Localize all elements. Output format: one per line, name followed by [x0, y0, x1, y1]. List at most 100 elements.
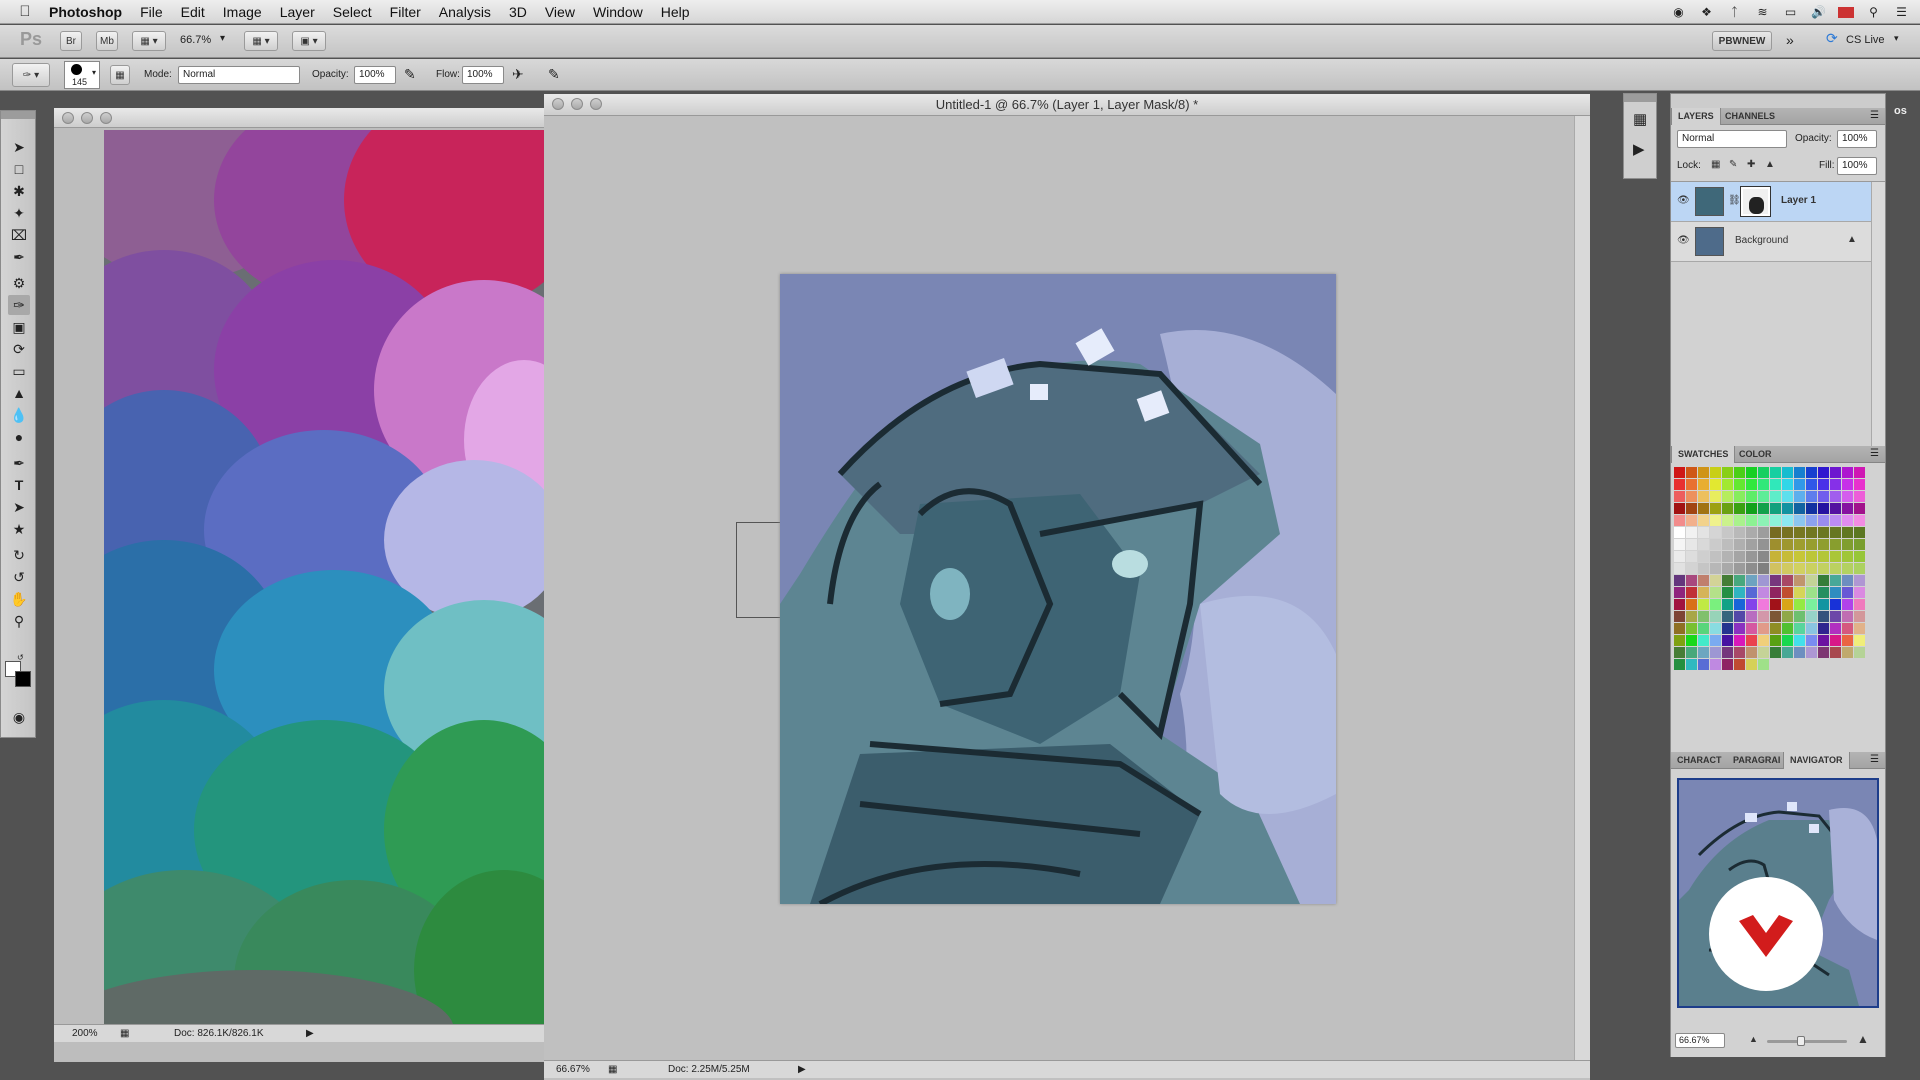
- layer-blend-mode-select[interactable]: Normal: [1677, 130, 1787, 148]
- color-swatch[interactable]: [1710, 647, 1721, 658]
- color-swatch[interactable]: [1770, 587, 1781, 598]
- flow-field[interactable]: 100%: [462, 66, 504, 84]
- color-swatch[interactable]: [1782, 479, 1793, 490]
- color-swatch[interactable]: [1842, 611, 1853, 622]
- color-swatch[interactable]: [1794, 539, 1805, 550]
- color-swatch[interactable]: [1686, 587, 1697, 598]
- color-swatch[interactable]: [1722, 659, 1733, 670]
- type-tool-icon[interactable]: T: [8, 475, 30, 495]
- color-swatch[interactable]: [1734, 635, 1745, 646]
- color-swatch[interactable]: [1854, 551, 1865, 562]
- color-swatch[interactable]: [1698, 467, 1709, 478]
- color-swatch[interactable]: [1830, 647, 1841, 658]
- color-swatch[interactable]: [1746, 599, 1757, 610]
- color-swatch[interactable]: [1758, 527, 1769, 538]
- gradient-tool-icon[interactable]: ▲: [8, 383, 30, 403]
- tab-character[interactable]: CHARACT: [1671, 752, 1728, 769]
- color-swatch[interactable]: [1830, 551, 1841, 562]
- mode-select[interactable]: Normal: [178, 66, 300, 84]
- lock-transparent-icon[interactable]: ▦: [1711, 159, 1720, 170]
- navigator-panel-menu-icon[interactable]: ☰: [1870, 754, 1879, 765]
- color-swatch[interactable]: [1842, 515, 1853, 526]
- color-swatch[interactable]: [1758, 515, 1769, 526]
- color-swatch[interactable]: [1770, 635, 1781, 646]
- color-swatch[interactable]: [1818, 491, 1829, 502]
- color-swatch[interactable]: [1722, 623, 1733, 634]
- color-swatch[interactable]: [1842, 575, 1853, 586]
- color-swatch[interactable]: [1722, 539, 1733, 550]
- notification-center-icon[interactable]: ☰: [1893, 5, 1910, 20]
- color-swatch[interactable]: [1758, 647, 1769, 658]
- color-swatch[interactable]: [1782, 575, 1793, 586]
- color-swatch[interactable]: [1674, 467, 1685, 478]
- workspace-button[interactable]: PBWNEW: [1712, 31, 1772, 51]
- color-swatch[interactable]: [1842, 635, 1853, 646]
- mini-bridge-button[interactable]: Mb: [96, 31, 118, 51]
- marquee-tool-icon[interactable]: □: [8, 159, 30, 179]
- left-status-icon[interactable]: ▦: [120, 1028, 129, 1039]
- main-status-icon[interactable]: ▦: [608, 1064, 617, 1075]
- color-swatch[interactable]: [1818, 647, 1829, 658]
- zoom-tool-icon[interactable]: ⚲: [8, 611, 30, 631]
- color-swatch[interactable]: [1830, 527, 1841, 538]
- color-swatch[interactable]: [1818, 515, 1829, 526]
- layers-scrollbar[interactable]: [1871, 182, 1885, 482]
- color-swatch[interactable]: [1746, 479, 1757, 490]
- color-swatch[interactable]: [1818, 539, 1829, 550]
- color-swatch[interactable]: [1854, 599, 1865, 610]
- color-swatch[interactable]: [1734, 491, 1745, 502]
- color-swatch[interactable]: [1854, 539, 1865, 550]
- tab-channels[interactable]: CHANNELS: [1719, 108, 1781, 125]
- color-swatch[interactable]: [1710, 587, 1721, 598]
- color-swatch[interactable]: [1842, 551, 1853, 562]
- color-swatch[interactable]: [1746, 563, 1757, 574]
- magic-wand-tool-icon[interactable]: ✦: [8, 203, 30, 223]
- brush-picker[interactable]: 145 ▾: [64, 61, 100, 89]
- tab-layers[interactable]: LAYERS: [1671, 108, 1721, 125]
- layers-panel-menu-icon[interactable]: ☰: [1870, 110, 1879, 121]
- swap-colors-icon[interactable]: ↺: [17, 653, 24, 662]
- color-swatch[interactable]: [1794, 587, 1805, 598]
- color-swatch[interactable]: [1674, 563, 1685, 574]
- flag-icon[interactable]: [1838, 6, 1854, 18]
- color-swatch[interactable]: [1818, 587, 1829, 598]
- color-swatch[interactable]: [1782, 551, 1793, 562]
- color-swatch[interactable]: [1746, 623, 1757, 634]
- color-swatch[interactable]: [1854, 527, 1865, 538]
- color-swatch[interactable]: [1674, 479, 1685, 490]
- cslive-dropdown-icon[interactable]: ▾: [1894, 33, 1899, 44]
- color-swatch[interactable]: [1674, 491, 1685, 502]
- color-swatch[interactable]: [1746, 491, 1757, 502]
- color-swatch[interactable]: [1722, 563, 1733, 574]
- color-swatch[interactable]: [1746, 503, 1757, 514]
- actions-panel-icon[interactable]: ▶: [1633, 140, 1645, 158]
- color-swatch[interactable]: [1698, 563, 1709, 574]
- color-swatch[interactable]: [1794, 503, 1805, 514]
- color-swatch[interactable]: [1806, 515, 1817, 526]
- airbrush-icon[interactable]: ✈: [512, 66, 524, 83]
- menu-window[interactable]: Window: [584, 0, 652, 24]
- color-swatch[interactable]: [1842, 479, 1853, 490]
- color-swatch[interactable]: [1674, 659, 1685, 670]
- color-swatch[interactable]: [1710, 539, 1721, 550]
- color-swatch[interactable]: [1818, 551, 1829, 562]
- color-swatch[interactable]: [1710, 623, 1721, 634]
- color-swatch[interactable]: [1686, 659, 1697, 670]
- cslive-menu[interactable]: CS Live: [1846, 34, 1885, 46]
- color-swatch[interactable]: [1674, 515, 1685, 526]
- color-swatch[interactable]: [1806, 527, 1817, 538]
- color-swatch[interactable]: [1854, 635, 1865, 646]
- color-swatch[interactable]: [1806, 611, 1817, 622]
- color-swatch[interactable]: [1830, 479, 1841, 490]
- pressure-opacity-icon[interactable]: ✎: [404, 66, 416, 83]
- color-swatch[interactable]: [1806, 587, 1817, 598]
- pen-tool-icon[interactable]: ✒: [8, 453, 30, 473]
- color-swatch[interactable]: [1806, 539, 1817, 550]
- color-swatch[interactable]: [1746, 539, 1757, 550]
- background-color-swatch[interactable]: [15, 671, 31, 687]
- layer-opacity-field[interactable]: 100%: [1837, 130, 1877, 148]
- minimize-icon[interactable]: [81, 112, 93, 124]
- color-swatch[interactable]: [1818, 635, 1829, 646]
- layer-name[interactable]: Background: [1735, 235, 1788, 246]
- color-swatch[interactable]: [1710, 551, 1721, 562]
